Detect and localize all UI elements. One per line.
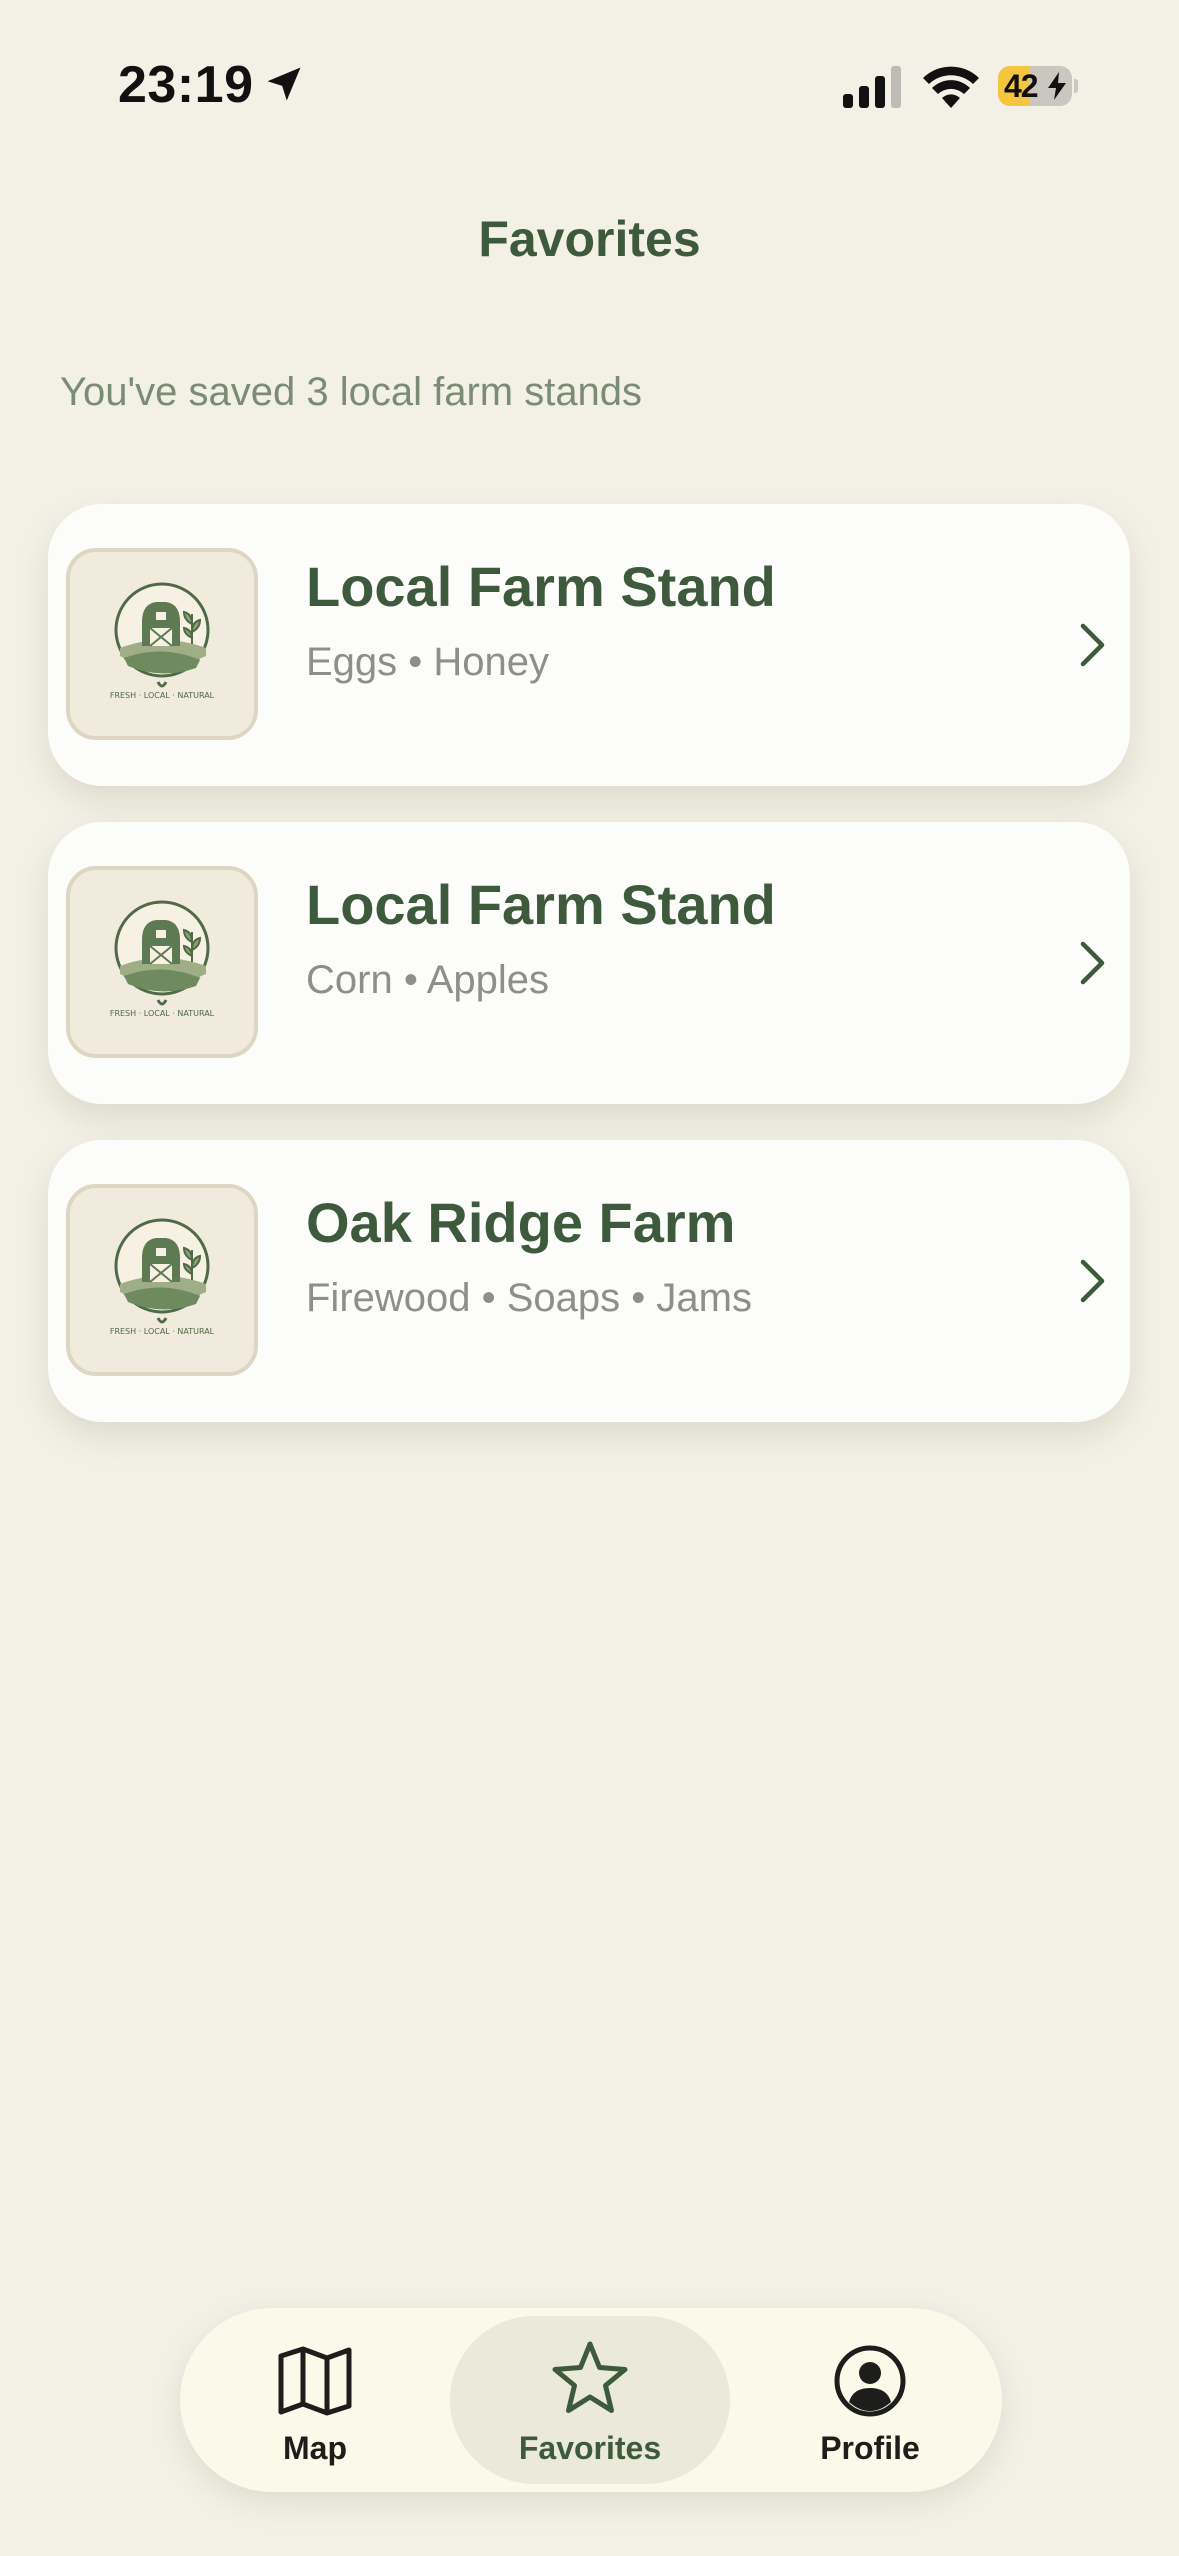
farm-logo-thumbnail: FRESH · LOCAL · NATURAL	[66, 548, 258, 740]
chevron-right-icon	[1080, 623, 1105, 667]
farm-products: Corn • Apples	[306, 958, 550, 1002]
farm-name: Oak Ridge Farm	[306, 1191, 736, 1254]
barn-logo-icon: FRESH · LOCAL · NATURAL	[110, 582, 215, 700]
tab-label: Favorites	[518, 2430, 662, 2466]
tab-bar: Map Favorites Profile	[180, 2308, 1002, 2492]
wifi-icon	[923, 66, 979, 108]
farm-products: Firewood • Soaps • Jams	[306, 1276, 752, 1320]
map-icon	[278, 2346, 352, 2416]
tab-favorites[interactable]: Favorites	[450, 2316, 730, 2484]
charging-bolt-icon	[1048, 72, 1066, 100]
chevron-right-icon	[1080, 941, 1105, 985]
tab-label: Map	[283, 2430, 347, 2466]
status-bar: 23:19 42	[0, 0, 1179, 150]
farm-logo-thumbnail: FRESH · LOCAL · NATURAL	[66, 866, 258, 1058]
favorite-card[interactable]: FRESH · LOCAL · NATURAL Local Farm Stand…	[48, 504, 1130, 786]
favorite-card[interactable]: FRESH · LOCAL · NATURAL Local Farm Stand…	[48, 822, 1130, 1104]
battery-indicator: 42	[998, 66, 1078, 106]
star-icon	[552, 2341, 628, 2413]
farm-products: Eggs • Honey	[306, 640, 550, 684]
logo-tagline: FRESH · LOCAL · NATURAL	[110, 691, 215, 700]
barn-logo-icon: FRESH · LOCAL · NATURAL	[110, 900, 215, 1018]
logo-tagline: FRESH · LOCAL · NATURAL	[110, 1009, 215, 1018]
location-arrow-icon	[267, 67, 301, 101]
profile-icon	[834, 2345, 906, 2417]
page-title: Favorites	[478, 211, 701, 267]
chevron-right-icon	[1080, 1259, 1105, 1303]
barn-logo-icon: FRESH · LOCAL · NATURAL	[110, 1218, 215, 1336]
status-time: 23:19	[118, 56, 254, 114]
favorites-count-text: You've saved 3 local farm stands	[60, 370, 643, 414]
farm-name: Local Farm Stand	[306, 873, 776, 936]
tab-map[interactable]: Map	[240, 2308, 390, 2492]
tab-profile[interactable]: Profile	[780, 2308, 960, 2492]
farm-name: Local Farm Stand	[306, 555, 776, 618]
cellular-signal-icon	[843, 66, 901, 108]
farm-logo-thumbnail: FRESH · LOCAL · NATURAL	[66, 1184, 258, 1376]
logo-tagline: FRESH · LOCAL · NATURAL	[110, 1327, 215, 1336]
favorite-card[interactable]: FRESH · LOCAL · NATURAL Oak Ridge Farm F…	[48, 1140, 1130, 1422]
tab-label: Profile	[820, 2430, 920, 2466]
